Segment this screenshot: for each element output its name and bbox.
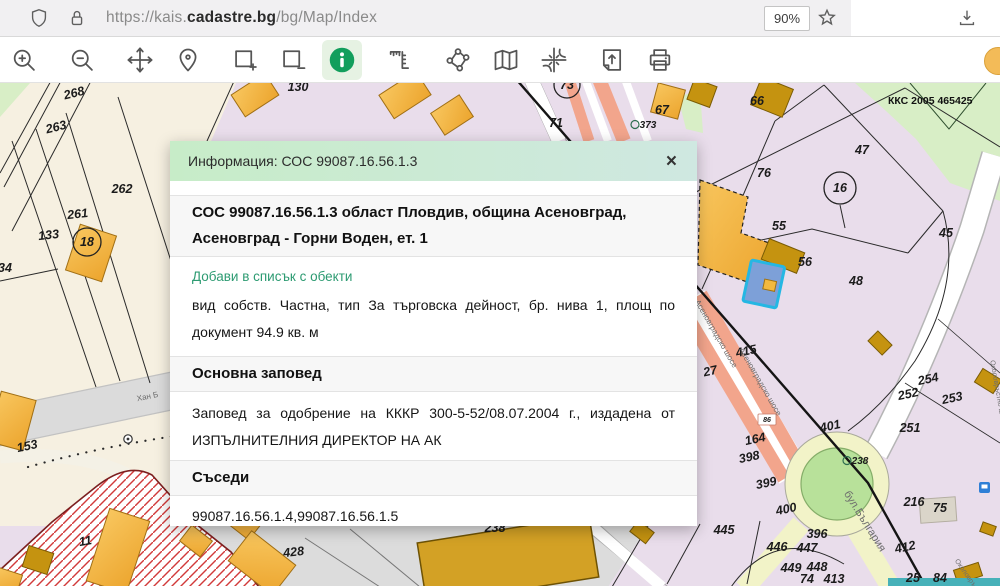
svg-text:66: 66 — [750, 94, 765, 108]
section-neighbors: Съседи — [170, 460, 697, 496]
network-select-tool[interactable] — [438, 40, 478, 80]
page-zoom-badge[interactable]: 90% — [764, 6, 810, 31]
svg-text:56: 56 — [798, 255, 813, 269]
edge-marker-icon — [984, 47, 1000, 75]
svg-text:16: 16 — [833, 181, 848, 195]
location-marker-tool[interactable] — [168, 40, 208, 80]
neighbors-list: 99087.16.56.1.4,99087.16.56.1.5 — [192, 506, 675, 526]
svg-text:18: 18 — [80, 235, 94, 249]
svg-text:45: 45 — [938, 226, 954, 240]
print-tool[interactable] — [640, 40, 680, 80]
svg-text:84: 84 — [933, 571, 947, 585]
close-icon[interactable]: × — [664, 152, 679, 171]
bookmark-star-icon[interactable] — [816, 7, 838, 29]
svg-text:373: 373 — [640, 120, 657, 131]
svg-text:34: 34 — [0, 261, 12, 275]
svg-text:216: 216 — [903, 495, 926, 509]
popup-body: СОС 99087.16.56.1.3 област Пловдив, общи… — [170, 181, 697, 526]
svg-text:71: 71 — [549, 116, 563, 130]
svg-text:ККС 2005 465425: ККС 2005 465425 — [888, 95, 973, 107]
svg-text:261: 261 — [65, 206, 88, 222]
map-toolbar — [0, 37, 1000, 83]
map-sheets-tool[interactable] — [486, 40, 526, 80]
svg-text:445: 445 — [713, 523, 736, 537]
svg-text:47: 47 — [854, 143, 870, 157]
highlighted-parcel[interactable] — [743, 260, 785, 308]
export-tool[interactable] — [592, 40, 632, 80]
popup-title: Информация: СОС 99087.16.56.1.3 — [188, 153, 664, 169]
rect-zoom-out-tool[interactable] — [274, 40, 314, 80]
url-domain: cadastre.bg — [187, 9, 276, 26]
svg-text:413: 413 — [823, 572, 845, 586]
svg-text:446: 446 — [766, 540, 789, 554]
svg-text:447: 447 — [796, 541, 819, 555]
svg-text:11: 11 — [78, 533, 93, 549]
svg-text:67: 67 — [655, 103, 670, 117]
zoom-out-tool[interactable] — [62, 40, 102, 80]
rect-zoom-in-tool[interactable] — [226, 40, 266, 80]
browser-bar: https://kais.cadastre.bg/bg/Map/Index 90… — [0, 0, 1000, 37]
svg-text:48: 48 — [848, 274, 863, 288]
download-icon[interactable] — [956, 7, 978, 29]
url-path: /bg/Map/Index — [276, 9, 377, 26]
transit-stop-icon — [979, 482, 990, 493]
svg-text:55: 55 — [772, 219, 787, 233]
svg-text:133: 133 — [37, 227, 59, 243]
svg-text:76: 76 — [757, 166, 772, 180]
svg-text:262: 262 — [111, 182, 133, 196]
url-prefix: https://kais. — [106, 9, 187, 26]
object-details: вид собств. Частна, тип За търговска дей… — [192, 292, 675, 346]
svg-text:75: 75 — [933, 501, 948, 515]
pan-tool[interactable] — [120, 40, 160, 80]
add-to-list-link[interactable]: Добави в списък с обекти — [192, 269, 675, 284]
svg-text:238: 238 — [851, 456, 869, 467]
order-text: Заповед за одобрение на КККР 300-5-52/08… — [192, 400, 675, 454]
road-crossing-tool[interactable] — [534, 40, 574, 80]
svg-text:449: 449 — [780, 561, 802, 575]
address-bar[interactable]: https://kais.cadastre.bg/bg/Map/Index — [0, 0, 851, 36]
svg-text:251: 251 — [899, 421, 921, 435]
lock-icon[interactable] — [66, 7, 88, 29]
info-popup: Информация: СОС 99087.16.56.1.3 × СОС 99… — [170, 141, 697, 526]
map-area[interactable]: 2682632622611333418130737137367664776165… — [0, 83, 1000, 586]
object-title: СОС 99087.16.56.1.3 област Пловдив, общи… — [170, 195, 697, 257]
svg-text:130: 130 — [288, 83, 309, 94]
svg-text:396: 396 — [807, 527, 829, 541]
survey-point-dot — [127, 438, 130, 441]
svg-text:25: 25 — [905, 571, 921, 585]
shield-icon[interactable] — [28, 7, 50, 29]
svg-text:428: 428 — [281, 544, 304, 560]
svg-text:73: 73 — [560, 83, 574, 92]
svg-text:74: 74 — [800, 572, 814, 586]
measure-tool[interactable] — [380, 40, 420, 80]
svg-text:86: 86 — [763, 417, 771, 424]
popup-header: Информация: СОС 99087.16.56.1.3 × — [170, 141, 697, 181]
info-tool[interactable] — [322, 40, 362, 80]
section-main-order: Основна заповед — [170, 356, 697, 392]
zoom-in-tool[interactable] — [4, 40, 44, 80]
url-text[interactable]: https://kais.cadastre.bg/bg/Map/Index — [106, 9, 377, 27]
